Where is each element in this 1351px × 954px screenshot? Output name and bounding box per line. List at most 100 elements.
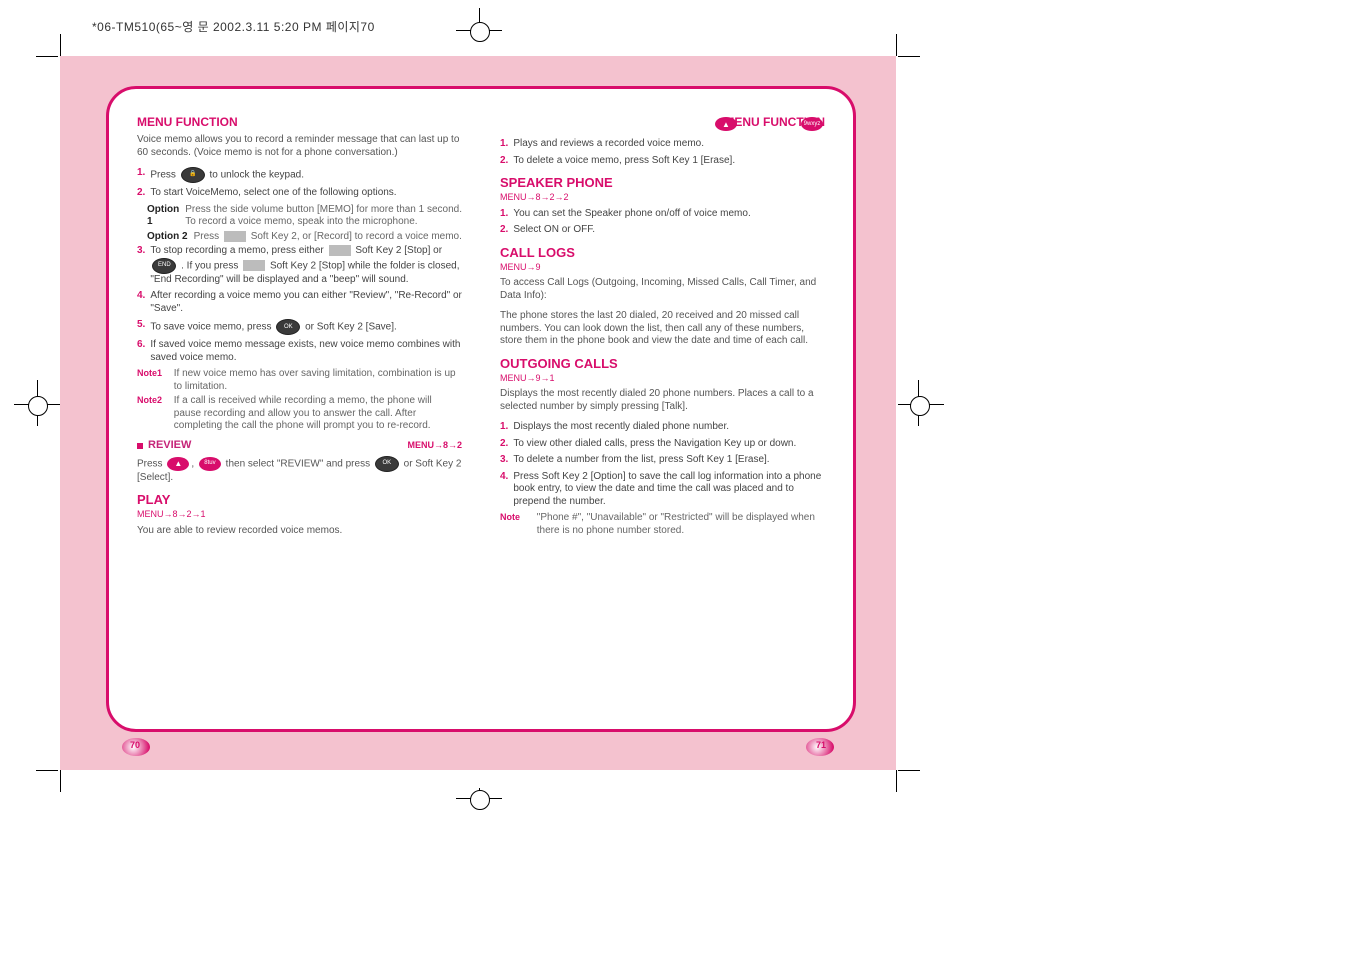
registration-circle-bottom — [470, 790, 490, 810]
note-2: Note2 If a call is received while record… — [137, 395, 462, 433]
cl-title: CALL LOGS — [500, 245, 825, 261]
crop-mark — [36, 56, 58, 57]
out-menu-path: MENU→9→1 — [500, 373, 825, 384]
step-3: 3. To stop recording a memo, press eithe… — [137, 245, 462, 286]
crop-mark — [60, 34, 61, 56]
registration-circle-top — [470, 22, 490, 42]
step-text: To start VoiceMemo, select one of the fo… — [150, 187, 396, 200]
step-2: 2. To start VoiceMemo, select one of the… — [137, 187, 462, 200]
option-head: Option 1 — [147, 204, 179, 229]
crop-mark — [36, 770, 58, 771]
ok-key-icon: OK — [375, 456, 399, 472]
nav-up-icon: ▲ — [715, 117, 737, 131]
subhead-text: REVIEW — [148, 439, 191, 453]
out-step-4: 4. Press Soft Key 2 [Option] to save the… — [500, 471, 825, 509]
out-note: Note "Phone #", "Unavailable" or "Restri… — [500, 512, 825, 537]
page-number-right: 71 — [816, 740, 826, 750]
end-key-icon: END — [152, 258, 176, 274]
page-number-left: 70 — [130, 740, 140, 750]
out-step-2: 2. To view other dialed calls, press the… — [500, 438, 825, 451]
page-panel: MENU FUNCTION Voice memo allows you to r… — [106, 86, 856, 732]
step-text: To view other dialed calls, press the Na… — [513, 438, 796, 451]
option-head: Option 2 — [147, 231, 188, 244]
bleed-background: MENU FUNCTION Voice memo allows you to r… — [60, 56, 896, 770]
step-number: 2. — [500, 224, 508, 237]
step-1: 1. Press 🔒 to unlock the keypad. — [137, 167, 462, 183]
step-number: 1. — [500, 208, 508, 221]
option-body: Press the side volume button [MEMO] for … — [185, 204, 462, 229]
note-label: Note — [500, 512, 534, 523]
ok-key-icon: OK — [276, 319, 300, 335]
step-number: 2. — [500, 438, 508, 451]
r-step-2: 2. To delete a voice memo, press Soft Ke… — [500, 155, 825, 168]
key-9-icon: 9wxyz — [801, 117, 823, 131]
out-desc: Displays the most recently dialed 20 pho… — [500, 388, 825, 413]
out-step-3: 3. To delete a number from the list, pre… — [500, 454, 825, 467]
note-1: Note1 If new voice memo has over saving … — [137, 368, 462, 393]
review-pretext: Press ▲, 8tuv then select "REVIEW" and p… — [137, 456, 462, 485]
step-text: . If you press — [181, 260, 238, 271]
option-1: Option 1 Press the side volume button [M… — [147, 204, 462, 229]
note-label: Note1 — [137, 368, 171, 379]
step-text: Select ON or OFF. — [513, 224, 595, 237]
step-text: Plays and reviews a recorded voice memo. — [513, 138, 704, 151]
step-text: You can set the Speaker phone on/off of … — [513, 208, 750, 221]
sp-step-2: 2. Select ON or OFF. — [500, 224, 825, 237]
step-4: 4. After recording a voice memo you can … — [137, 290, 462, 315]
step-number: 1. — [137, 167, 145, 180]
note-label: Note2 — [137, 395, 171, 406]
right-column: MENU FUNCTION 1. Plays and reviews a rec… — [490, 107, 835, 545]
play-desc: You are able to review recorded voice me… — [137, 525, 462, 538]
note-text: If a call is received while recording a … — [174, 395, 459, 433]
call-logs-header: CALL LOGS MENU→9 — [500, 245, 825, 274]
registration-circle-left — [28, 396, 48, 416]
crop-mark — [898, 56, 920, 57]
step-text: To delete a number from the list, press … — [513, 454, 769, 467]
crop-mark — [60, 770, 61, 792]
sp-step-1: 1. You can set the Speaker phone on/off … — [500, 208, 825, 221]
crop-mark — [896, 34, 897, 56]
print-header-slug: *06-TM510(65~영 문 2002.3.11 5:20 PM 페이지70 — [92, 18, 375, 35]
step-text: to unlock the keypad. — [209, 170, 304, 181]
option-body: Press — [194, 231, 220, 242]
section-title-left: MENU FUNCTION — [137, 115, 462, 130]
key-8-icon: 8tuv — [199, 457, 221, 471]
step-text: Soft Key 2 [Stop] or — [355, 245, 442, 256]
step-number: 3. — [500, 454, 508, 467]
step-number: 4. — [137, 290, 145, 303]
bullet-icon — [137, 443, 143, 449]
step-text: To stop recording a memo, press either — [150, 245, 323, 256]
intro-paragraph: Voice memo allows you to record a remind… — [137, 134, 462, 159]
out-title: OUTGOING CALLS — [500, 356, 825, 372]
step-number: 2. — [500, 155, 508, 168]
outgoing-header: OUTGOING CALLS MENU→9→1 — [500, 356, 825, 385]
play-title: PLAY — [137, 492, 462, 508]
registration-circle-right — [910, 396, 930, 416]
step-text: To save voice memo, press — [150, 322, 271, 333]
speaker-phone-header: SPEAKER PHONE MENU→8→2→2 — [500, 175, 825, 204]
cl-menu-path: MENU→9 — [500, 262, 825, 273]
step-number: 6. — [137, 339, 145, 352]
step-text: To delete a voice memo, press Soft Key 1… — [513, 155, 735, 168]
left-column: MENU FUNCTION Voice memo allows you to r… — [127, 107, 472, 553]
note-text: "Phone #", "Unavailable" or "Restricted"… — [537, 512, 822, 537]
page-badge-left: 70 — [122, 738, 150, 756]
nav-up-icon: ▲ — [167, 457, 189, 471]
step-text: Press — [150, 170, 178, 181]
lock-key-icon: 🔒 — [181, 167, 205, 183]
step-number: 1. — [500, 138, 508, 151]
crop-mark — [898, 770, 920, 771]
menu-path: MENU→8→2 — [407, 440, 462, 451]
step-text: or Soft Key 2 [Save]. — [305, 322, 397, 333]
cl-desc2: The phone stores the last 20 dialed, 20 … — [500, 310, 825, 348]
review-subhead: REVIEW MENU→8→2 — [137, 439, 462, 453]
step-number: 3. — [137, 245, 145, 258]
step-number: 4. — [500, 471, 508, 484]
sp-title: SPEAKER PHONE — [500, 175, 825, 191]
out-step-1: 1. Displays the most recently dialed pho… — [500, 421, 825, 434]
soft-key-icon — [224, 231, 246, 242]
step-number: 5. — [137, 319, 145, 332]
soft-key-icon — [243, 260, 265, 271]
step-text: If saved voice memo message exists, new … — [150, 339, 462, 364]
cl-desc1: To access Call Logs (Outgoing, Incoming,… — [500, 277, 825, 302]
